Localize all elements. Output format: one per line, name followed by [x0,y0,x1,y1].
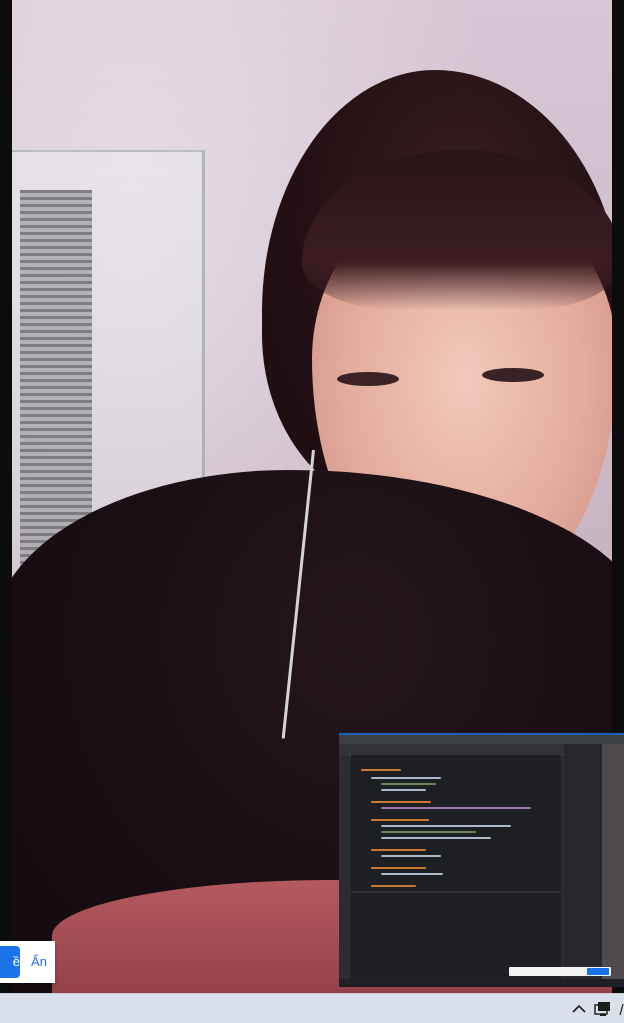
thumbnail-notification-button [587,968,609,975]
code-line [381,837,491,839]
chevron-up-icon[interactable] [570,1000,588,1018]
code-line [371,819,429,821]
code-line [381,873,443,875]
ide-toolbar-gutter [339,755,349,981]
tray-icon-partial[interactable] [618,1002,624,1016]
code-line [381,783,436,785]
code-line [381,807,531,809]
notification-action-bar: ề Ẩn [0,941,55,983]
video-call-window: ề Ẩn [0,0,624,1023]
thumbnail-camera-strip [602,744,624,981]
ide-side-panel [564,744,602,981]
code-line [381,855,441,857]
code-line [371,801,431,803]
code-line [381,825,511,827]
code-line [381,831,476,833]
thumbnail-taskbar [339,979,624,987]
code-line [361,769,401,771]
notification-primary-button[interactable]: ề [0,946,20,978]
taskbar [0,993,624,1023]
network-icon[interactable] [594,1001,612,1017]
ide-titlebar [339,735,624,744]
code-line [381,789,426,791]
hide-button[interactable]: Ẩn [26,946,52,978]
ide-code-editor [351,755,561,981]
code-line-highlight [351,891,561,893]
code-line [371,885,416,887]
code-line [371,777,441,779]
participant-left-eye [337,372,399,386]
code-line [371,867,426,869]
participant-right-eye [482,368,544,382]
code-line [371,849,426,851]
self-view-thumbnail[interactable] [339,733,624,987]
thumbnail-notification [509,967,611,976]
